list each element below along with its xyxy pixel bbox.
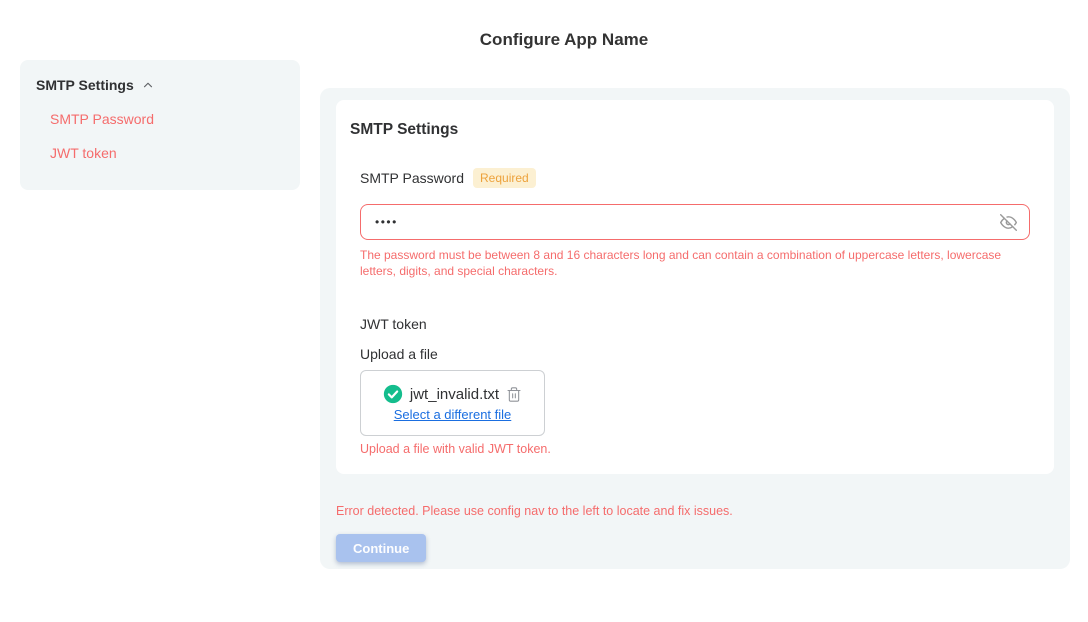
form-error-message: Error detected. Please use config nav to… [336, 504, 1054, 518]
sidebar-item-jwt-token[interactable]: JWT token [36, 145, 284, 161]
smtp-password-label-row: SMTP Password Required [360, 168, 1030, 188]
jwt-token-label: JWT token [360, 316, 1030, 332]
trash-icon[interactable] [506, 386, 522, 403]
required-badge: Required [473, 168, 536, 188]
sidebar-item-smtp-password[interactable]: SMTP Password [36, 111, 284, 127]
configure-app-page: Configure App Name SMTP Settings SMTP Pa… [0, 0, 1088, 622]
card-heading: SMTP Settings [350, 121, 1030, 139]
continue-button[interactable]: Continue [336, 534, 426, 562]
smtp-settings-card: SMTP Settings SMTP Password Required The… [336, 100, 1054, 474]
config-nav-sidebar: SMTP Settings SMTP Password JWT token [20, 60, 300, 190]
password-helper-text: The password must be between 8 and 16 ch… [360, 247, 1030, 279]
sidebar-group-smtp-settings[interactable]: SMTP Settings [36, 77, 284, 93]
check-circle-icon [383, 384, 403, 404]
upload-file-label: Upload a file [360, 346, 1030, 362]
chevron-up-icon [141, 78, 155, 92]
config-panel: SMTP Settings SMTP Password Required The… [320, 88, 1070, 569]
select-different-file-link[interactable]: Select a different file [394, 407, 512, 422]
uploaded-file-row: jwt_invalid.txt [383, 384, 522, 404]
jwt-error-text: Upload a file with valid JWT token. [360, 442, 1030, 456]
page-title: Configure App Name [0, 30, 1088, 50]
sidebar-group-label: SMTP Settings [36, 77, 134, 93]
smtp-password-input[interactable] [360, 204, 1030, 240]
smtp-password-label: SMTP Password [360, 170, 464, 186]
password-input-wrap [360, 204, 1030, 240]
file-upload-box: jwt_invalid.txt Select a different file [360, 370, 545, 436]
jwt-token-section: JWT token Upload a file jwt_invalid.txt … [360, 316, 1030, 456]
uploaded-file-name: jwt_invalid.txt [410, 386, 499, 403]
eye-off-icon[interactable] [1000, 213, 1018, 231]
